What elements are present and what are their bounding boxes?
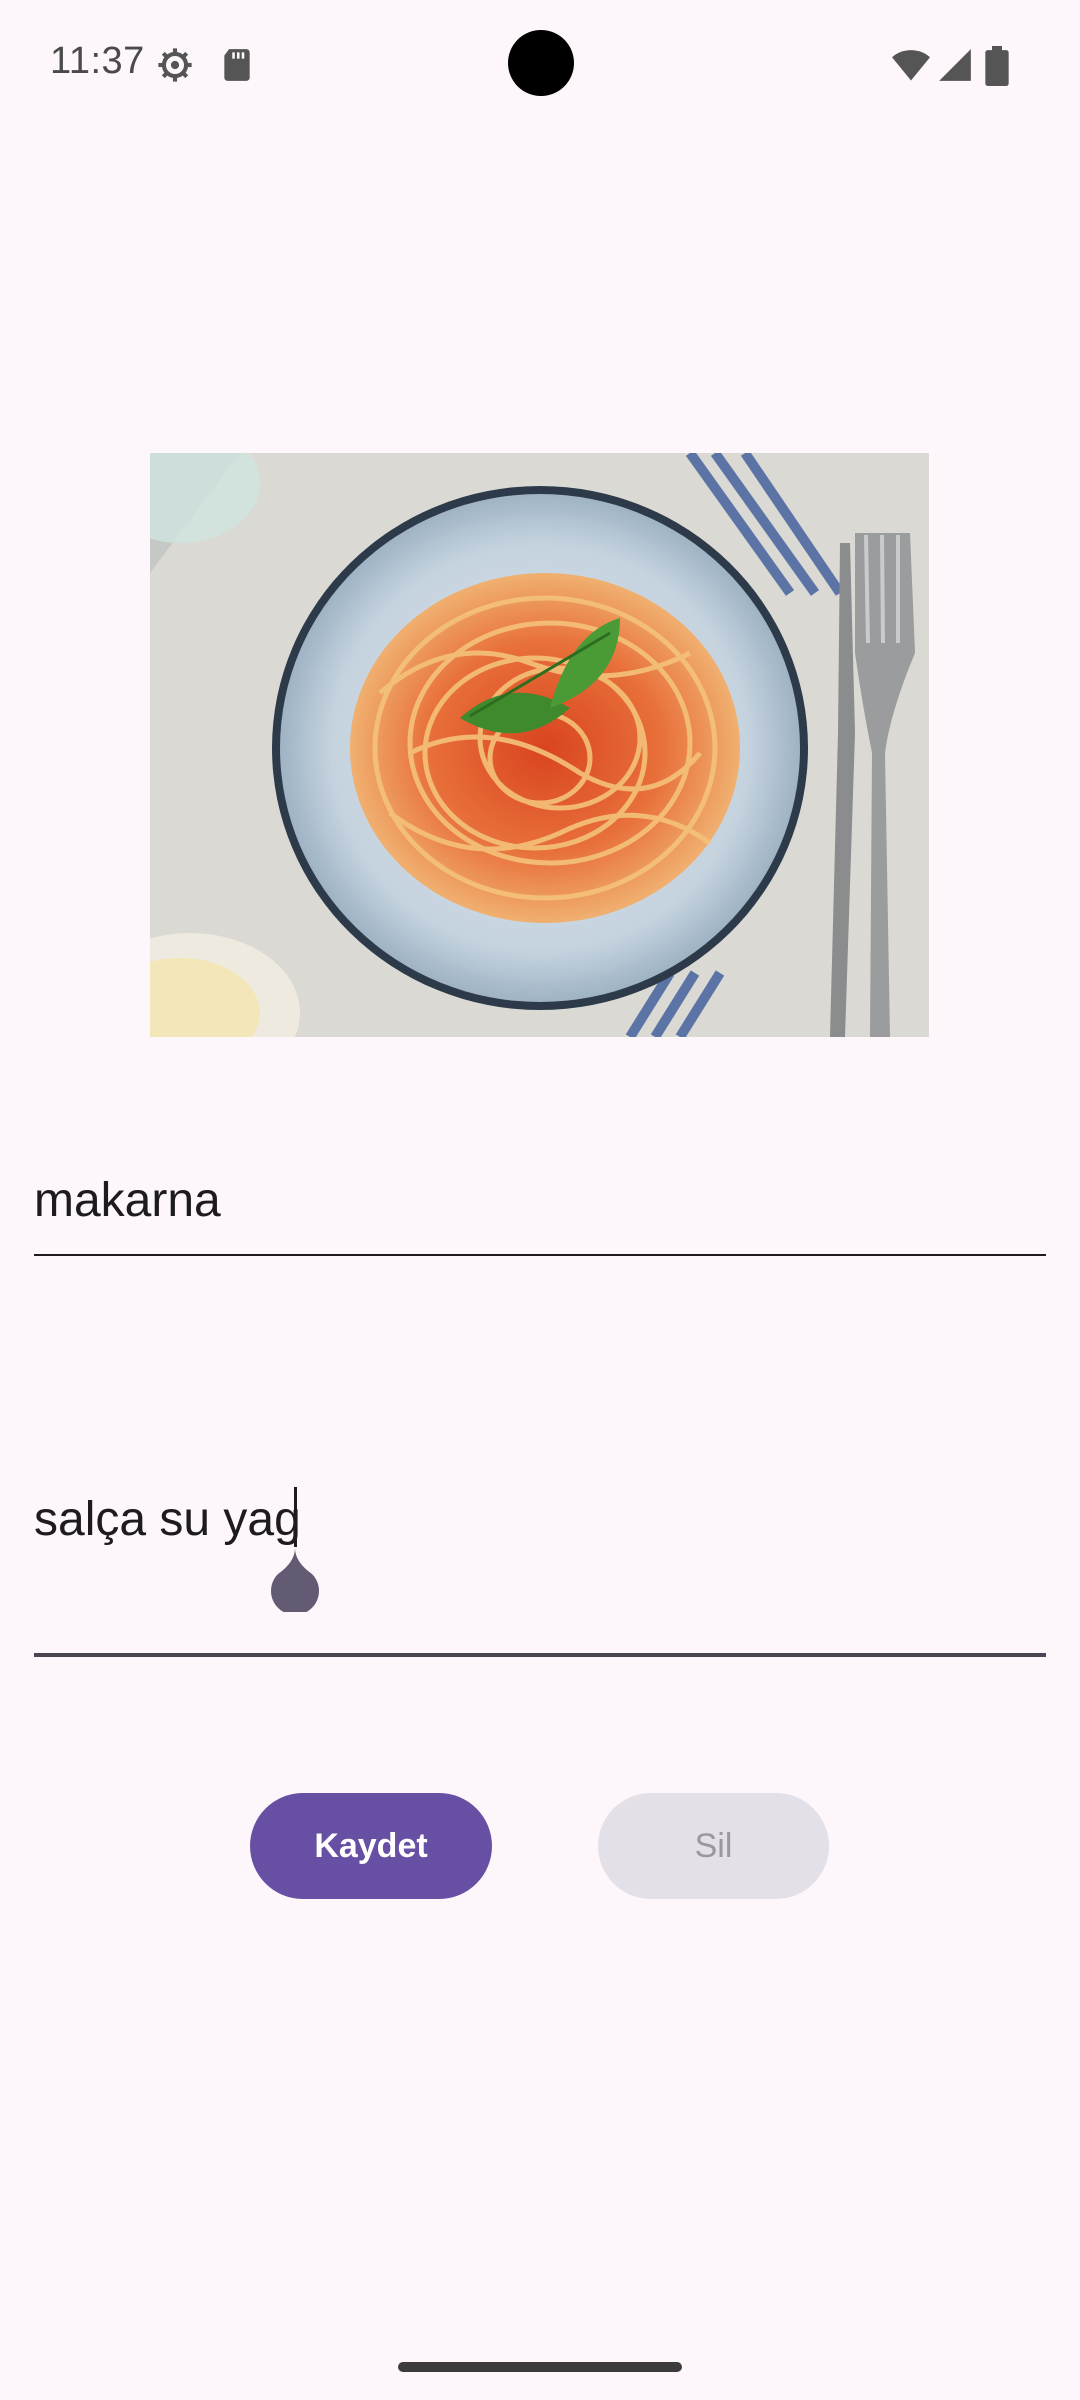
screen: 11:37 makarna salça su yag Kaydet Sil: [0, 0, 1080, 2400]
text-selection-handle[interactable]: [268, 1548, 322, 1615]
recipe-name-input[interactable]: [34, 1168, 1046, 1232]
ingredients-underline: [34, 1653, 1046, 1657]
wifi-icon: [890, 46, 932, 84]
status-time: 11:37: [50, 40, 145, 82]
camera-cutout: [508, 30, 574, 96]
settings-icon: [156, 46, 194, 84]
delete-button[interactable]: Sil: [598, 1793, 829, 1899]
signal-icon: [936, 46, 974, 84]
home-indicator[interactable]: [398, 2362, 682, 2372]
text-cursor: [294, 1487, 297, 1547]
ingredients-input[interactable]: [34, 1487, 1046, 1551]
save-button[interactable]: Kaydet: [250, 1793, 492, 1899]
battery-icon: [984, 46, 1010, 86]
recipe-name-underline: [34, 1254, 1046, 1256]
food-image: [150, 453, 929, 1037]
status-bar: 11:37: [0, 0, 1080, 130]
sd-card-icon: [218, 46, 256, 84]
